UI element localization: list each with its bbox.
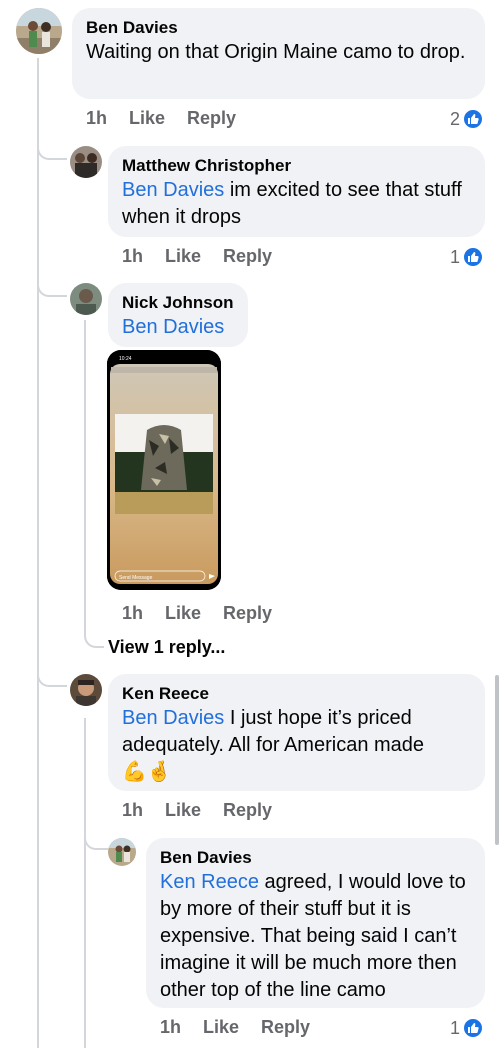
mention-link[interactable]: Ben Davies xyxy=(122,707,224,729)
comment-actions: 1h Like Reply xyxy=(122,603,294,624)
thread-connector xyxy=(84,620,104,648)
comment-author[interactable]: Ben Davies xyxy=(86,17,471,39)
reaction-count[interactable]: 1 xyxy=(450,1017,485,1039)
avatar[interactable] xyxy=(108,838,136,866)
like-count: 1 xyxy=(450,246,461,267)
reaction-count[interactable]: 2 xyxy=(450,108,485,130)
like-button[interactable]: Like xyxy=(165,603,201,624)
comment-text: Ben Davies xyxy=(122,314,234,341)
comment-bubble: Ben Davies Waiting on that Origin Maine … xyxy=(72,8,485,99)
comment-text: Ben Davies I just hope it’s priced adequ… xyxy=(122,705,471,759)
reply-button[interactable]: Reply xyxy=(187,108,236,129)
comment-time[interactable]: 1h xyxy=(122,603,143,624)
attached-screenshot[interactable]: Send Message 10:24 xyxy=(107,350,221,590)
thread-connector xyxy=(37,277,67,297)
avatar[interactable] xyxy=(70,283,102,315)
view-replies-link[interactable]: View 1 reply... xyxy=(108,637,225,658)
comment-time[interactable]: 1h xyxy=(122,800,143,821)
thread-line-nested xyxy=(84,320,86,630)
comment-time[interactable]: 1h xyxy=(122,246,143,267)
send-message-label: Send Message xyxy=(119,575,153,581)
comment-author[interactable]: Nick Johnson xyxy=(122,292,234,314)
mention-link[interactable]: Ken Reece xyxy=(160,871,259,893)
comment-bubble: Nick Johnson Ben Davies xyxy=(108,283,248,347)
comment-text: Waiting on that Origin Maine camo to dro… xyxy=(86,41,466,63)
comment-bubble: Ben Davies Ken Reece agreed, I would lov… xyxy=(146,838,485,1008)
mention-link[interactable]: Ben Davies xyxy=(122,179,224,201)
thread-line-main xyxy=(37,58,39,1048)
like-count: 2 xyxy=(450,108,461,129)
thread-connector xyxy=(84,830,108,850)
comment-author[interactable]: Ken Reece xyxy=(122,683,471,705)
like-button[interactable]: Like xyxy=(203,1017,239,1038)
comment-time[interactable]: 1h xyxy=(86,108,107,129)
comment-actions: 1h Like Reply xyxy=(86,108,258,129)
avatar[interactable] xyxy=(70,674,102,706)
avatar[interactable] xyxy=(16,8,62,54)
reaction-count[interactable]: 1 xyxy=(450,246,485,268)
comment-author[interactable]: Matthew Christopher xyxy=(122,155,471,177)
mention-link[interactable]: Ben Davies xyxy=(122,316,224,338)
avatar[interactable] xyxy=(70,146,102,178)
like-count: 1 xyxy=(450,1017,461,1038)
comment-time[interactable]: 1h xyxy=(160,1017,181,1038)
comment-bubble: Ken Reece Ben Davies I just hope it’s pr… xyxy=(108,674,485,791)
comment-actions: 1h Like Reply xyxy=(122,246,294,267)
comment-text: Ken Reece agreed, I would love to by mor… xyxy=(160,869,471,1004)
reply-button[interactable]: Reply xyxy=(223,800,272,821)
comment-text: Ben Davies im excited to see that stuff … xyxy=(122,177,471,231)
like-button[interactable]: Like xyxy=(165,800,201,821)
comment-author[interactable]: Ben Davies xyxy=(160,847,471,869)
like-button[interactable]: Like xyxy=(165,246,201,267)
thread-connector xyxy=(37,667,67,687)
reply-button[interactable]: Reply xyxy=(261,1017,310,1038)
like-button[interactable]: Like xyxy=(129,108,165,129)
status-time: 10:24 xyxy=(119,356,132,362)
comment-emoji: 💪🤞 xyxy=(122,761,172,783)
scrollbar[interactable] xyxy=(495,675,499,845)
thread-connector xyxy=(37,140,67,160)
reply-button[interactable]: Reply xyxy=(223,603,272,624)
comment-bubble: Matthew Christopher Ben Davies im excite… xyxy=(108,146,485,237)
comment-actions: 1h Like Reply xyxy=(160,1017,332,1038)
thumbs-up-icon xyxy=(462,1017,485,1039)
reply-button[interactable]: Reply xyxy=(223,246,272,267)
thumbs-up-icon xyxy=(462,246,485,268)
comment-actions: 1h Like Reply xyxy=(122,800,294,821)
thumbs-up-icon xyxy=(462,108,485,130)
thread-line-nested xyxy=(84,718,86,1048)
